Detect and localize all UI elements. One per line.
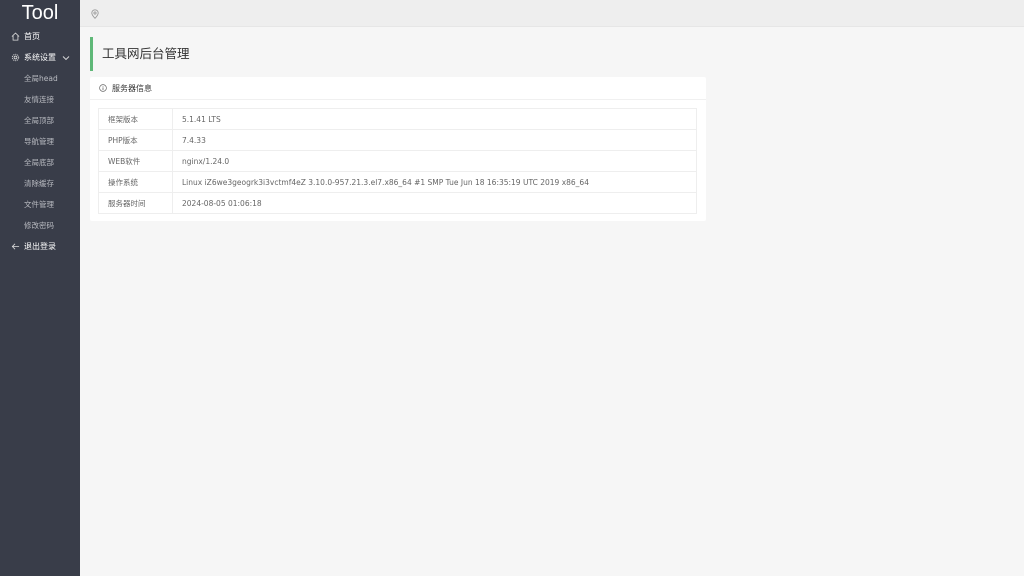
page-title: 工具网后台管理 bbox=[90, 37, 190, 71]
server-info-table: 框架版本 5.1.41 LTS PHP版本 7.4.33 WEB软件 nginx… bbox=[98, 108, 697, 214]
row-label: PHP版本 bbox=[98, 129, 173, 151]
sidebar-item-nav-manage[interactable]: 导航管理 bbox=[0, 131, 80, 152]
sidebar-item-home[interactable]: 首页 bbox=[0, 26, 80, 47]
table-row: 框架版本 5.1.41 LTS bbox=[98, 108, 697, 130]
arrow-left-icon bbox=[10, 242, 20, 252]
row-value: 5.1.41 LTS bbox=[172, 108, 697, 130]
sidebar: Tool 首页 系统设置 全局head 友情连接 全局顶部 导航管理 全局底部 … bbox=[0, 0, 80, 576]
sidebar-item-settings[interactable]: 系统设置 bbox=[0, 47, 80, 68]
home-icon bbox=[10, 32, 20, 42]
sidebar-item-change-password[interactable]: 修改密码 bbox=[0, 215, 80, 236]
row-value: 7.4.33 bbox=[172, 129, 697, 151]
sidebar-item-file-manage[interactable]: 文件管理 bbox=[0, 194, 80, 215]
chevron-down-icon bbox=[62, 47, 70, 68]
sidebar-item-global-footer[interactable]: 全局底部 bbox=[0, 152, 80, 173]
row-label: WEB软件 bbox=[98, 150, 173, 172]
server-info-card: 服务器信息 框架版本 5.1.41 LTS PHP版本 7.4.33 WEB软件… bbox=[90, 77, 706, 221]
card-header: 服务器信息 bbox=[90, 77, 706, 100]
sidebar-nav: 首页 系统设置 全局head 友情连接 全局顶部 导航管理 全局底部 清除缓存 … bbox=[0, 26, 80, 257]
row-value: Linux iZ6we3geogrk3i3vctmf4eZ 3.10.0-957… bbox=[172, 171, 697, 193]
sidebar-item-label: 系统设置 bbox=[24, 53, 56, 62]
row-label: 框架版本 bbox=[98, 108, 173, 130]
gear-icon bbox=[10, 53, 20, 63]
sidebar-item-global-top[interactable]: 全局顶部 bbox=[0, 110, 80, 131]
sidebar-item-friend-links[interactable]: 友情连接 bbox=[0, 89, 80, 110]
row-label: 操作系统 bbox=[98, 171, 173, 193]
table-row: 操作系统 Linux iZ6we3geogrk3i3vctmf4eZ 3.10.… bbox=[98, 171, 697, 193]
info-icon bbox=[99, 84, 107, 92]
location-pin-icon[interactable] bbox=[90, 8, 100, 19]
table-row: 服务器时间 2024-08-05 01:06:18 bbox=[98, 192, 697, 214]
row-label: 服务器时间 bbox=[98, 192, 173, 214]
sidebar-item-label: 首页 bbox=[24, 32, 40, 41]
sidebar-item-global-head[interactable]: 全局head bbox=[0, 68, 80, 89]
card-title: 服务器信息 bbox=[112, 83, 152, 93]
table-row: WEB软件 nginx/1.24.0 bbox=[98, 150, 697, 172]
card-body: 框架版本 5.1.41 LTS PHP版本 7.4.33 WEB软件 nginx… bbox=[90, 100, 706, 222]
main-content: 工具网后台管理 服务器信息 框架版本 5.1.41 LTS PHP版本 7.4.… bbox=[80, 27, 1024, 576]
sidebar-item-logout[interactable]: 退出登录 bbox=[0, 236, 80, 257]
row-value: nginx/1.24.0 bbox=[172, 150, 697, 172]
table-row: PHP版本 7.4.33 bbox=[98, 129, 697, 151]
sidebar-item-clear-cache[interactable]: 清除缓存 bbox=[0, 173, 80, 194]
app-logo: Tool bbox=[21, 2, 59, 24]
sidebar-item-label: 退出登录 bbox=[24, 242, 56, 251]
row-value: 2024-08-05 01:06:18 bbox=[172, 192, 697, 214]
top-bar bbox=[80, 0, 1024, 27]
